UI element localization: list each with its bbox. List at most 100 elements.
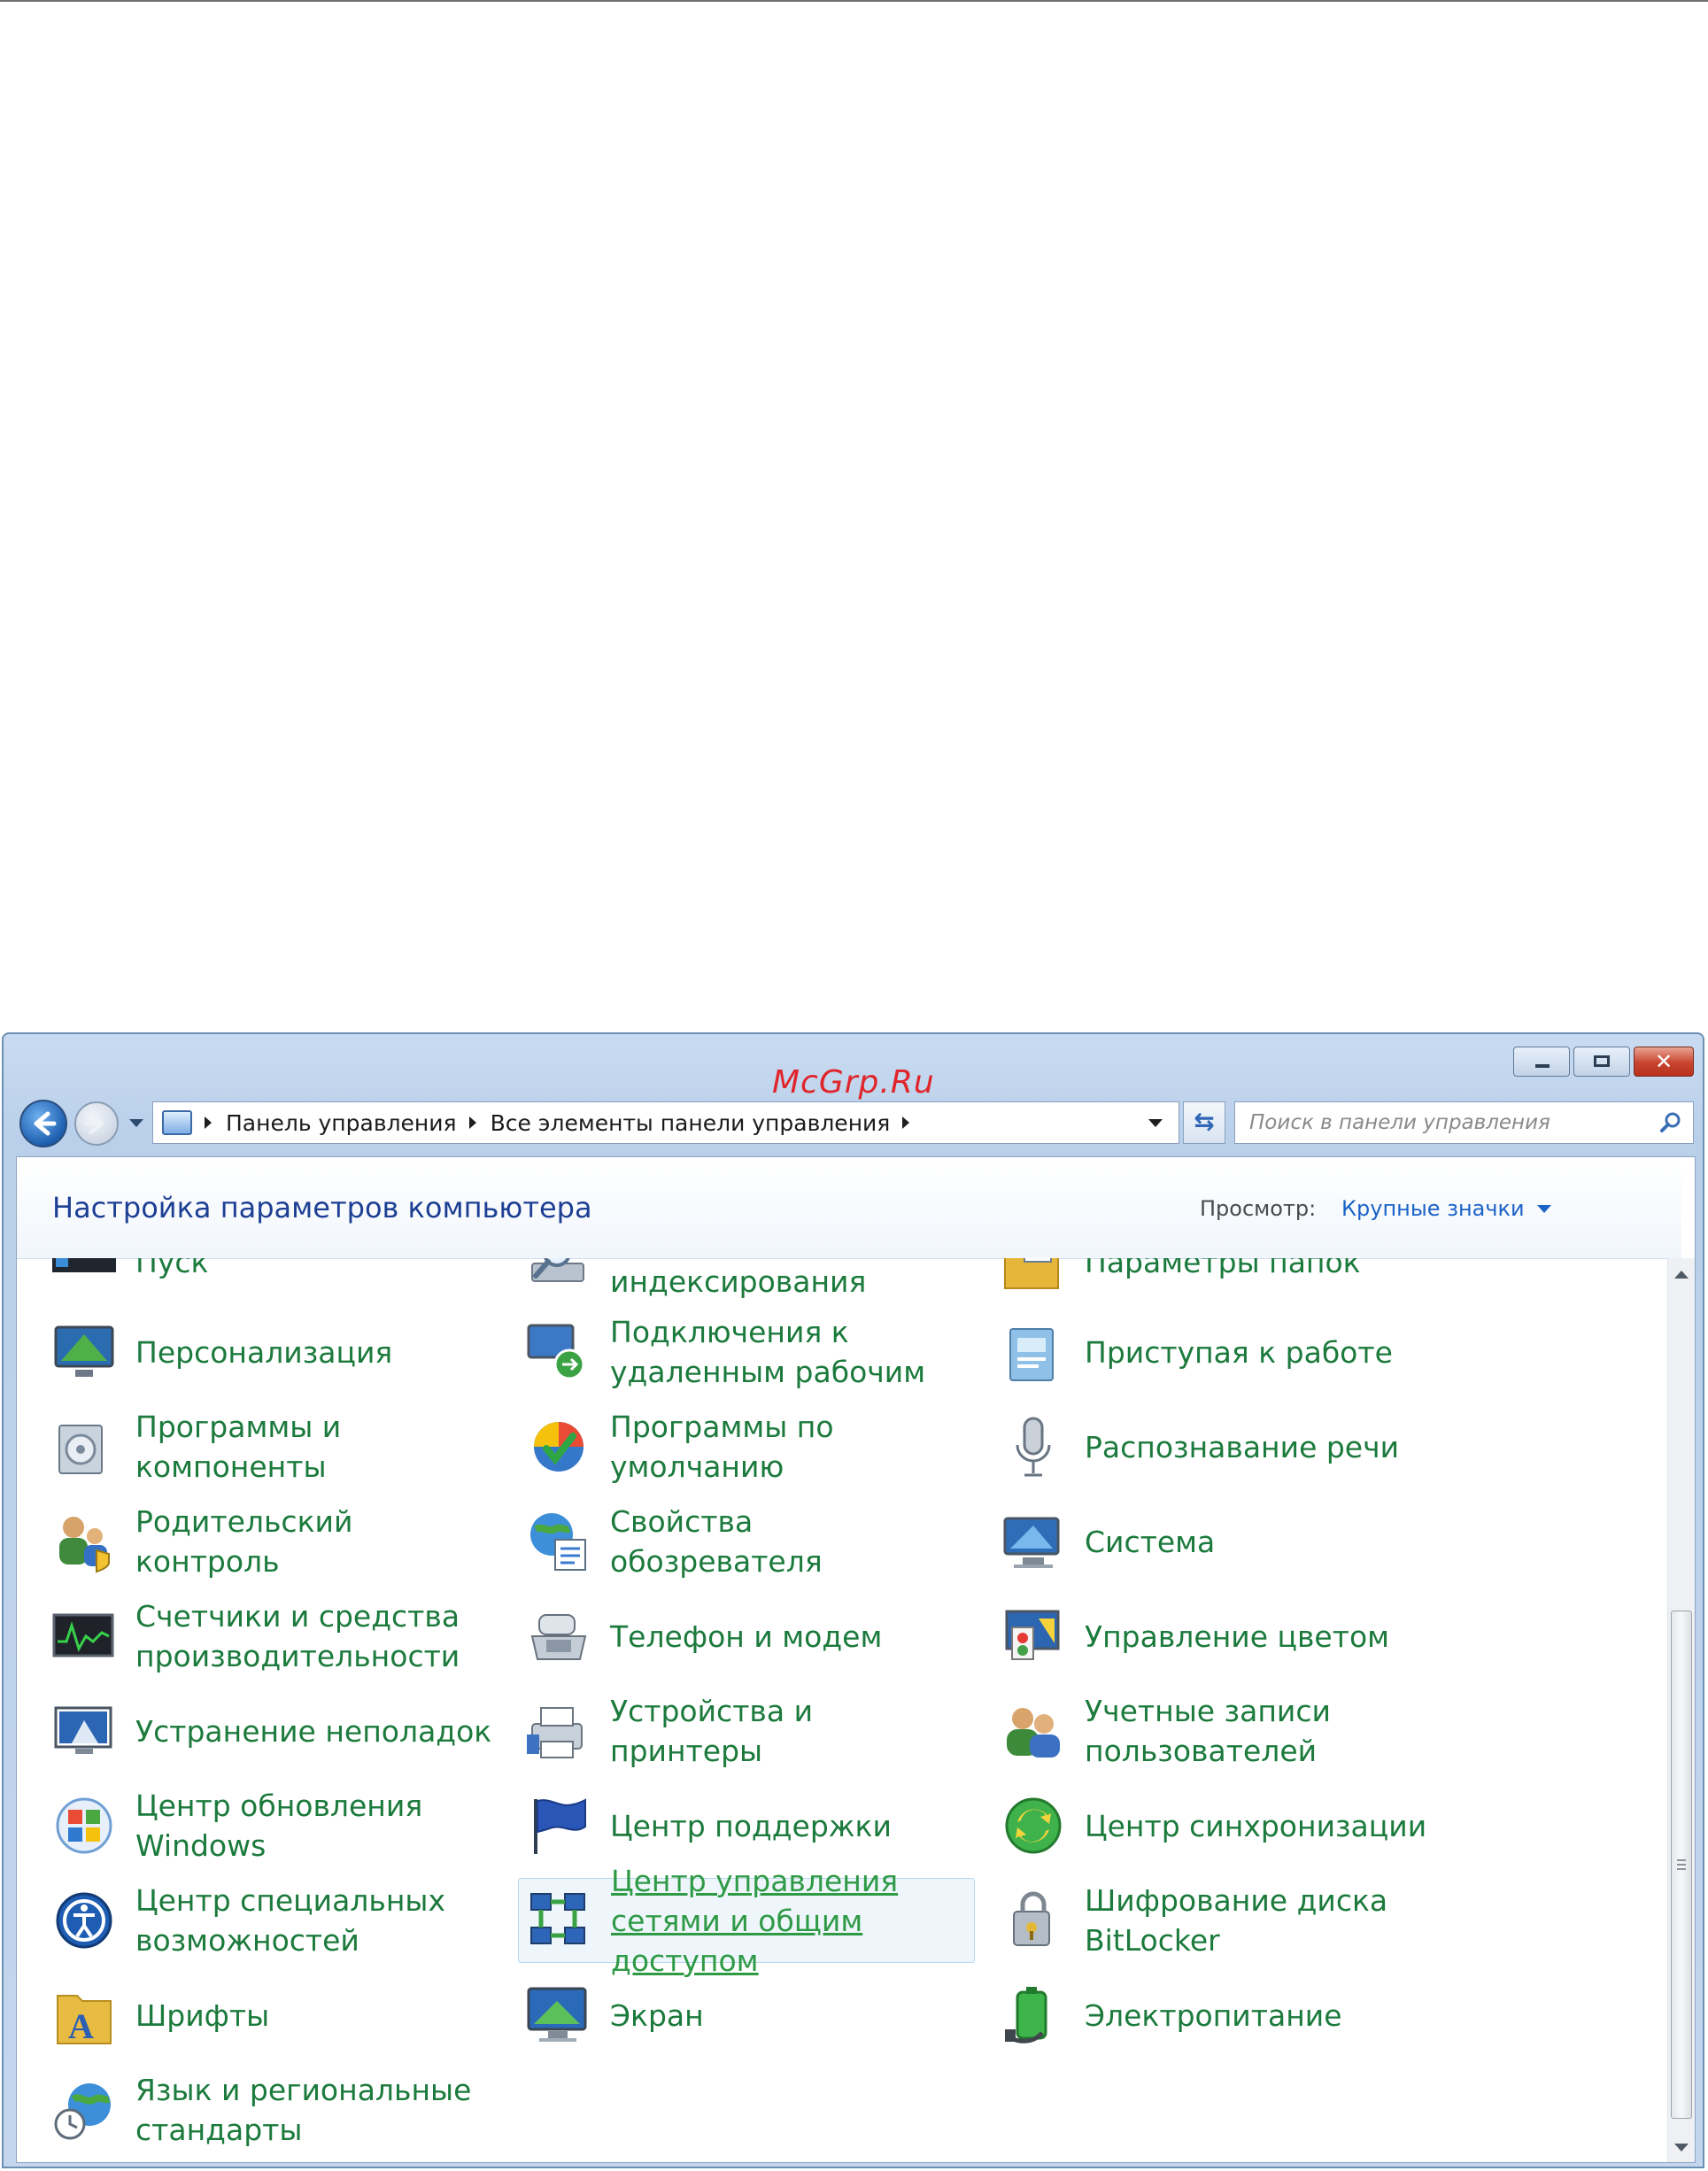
item-label: Система [1085,1524,1216,1559]
breadcrumb-control-panel[interactable]: Панель управления [226,1110,457,1136]
item-label: Параметры папок [1085,1258,1361,1279]
item-label: Учетные записи пользователей [1085,1694,1331,1768]
performance-icon [52,1613,114,1657]
region-language-icon [54,2083,111,2140]
control-panel-items-grid: Пуск Параметры индексирования Параметры па… [17,1258,1664,2162]
display-icon [527,1987,587,2042]
control-panel-item-color-management[interactable]: Управление цветом [998,1594,1455,1679]
internet-options-icon [530,1513,586,1571]
control-panel-item-parental-controls[interactable]: Родительский контроль [49,1499,506,1584]
control-panel-item-devices-printers[interactable]: Устройства и принтеры [523,1688,980,1773]
ease-of-access-icon [56,1892,112,1949]
control-panel-item-system[interactable]: Система [998,1499,1455,1584]
breadcrumb-all-items[interactable]: Все элементы панели управления [491,1110,891,1136]
address-bar[interactable]: Панель управления Все элементы панели уп… [152,1101,1179,1144]
action-center-flag-icon [534,1798,586,1854]
control-panel-item-programs-features[interactable]: Программы и компоненты [49,1404,506,1489]
folder-options-icon [1004,1258,1059,1289]
control-panel-item-default-programs[interactable]: Программы по умолчанию [523,1404,980,1489]
back-button[interactable] [19,1100,67,1147]
item-label: Программы по умолчанию [610,1410,834,1484]
scroll-up-arrow-icon[interactable] [1674,1271,1689,1279]
power-options-icon [1005,1987,1047,2044]
user-accounts-icon [1007,1708,1060,1758]
fonts-folder-icon: A [57,1995,112,2046]
item-label: Персонализация [135,1334,393,1370]
item-label: Пуск [135,1258,209,1279]
vertical-scrollbar[interactable] [1667,1258,1695,2162]
control-panel-item-remote-desktop[interactable]: Подключения к удаленным рабочим [523,1310,980,1395]
forward-arrow-icon [84,1113,104,1134]
recent-pages-dropdown[interactable] [129,1119,143,1127]
refresh-button[interactable]: ⇆ [1183,1101,1225,1144]
parental-controls-icon [59,1517,110,1573]
control-panel-item-getting-started[interactable]: Приступая к работе [998,1310,1455,1395]
control-panel-item-personalization[interactable]: Персонализация [49,1310,506,1395]
control-panel-item-power-options[interactable]: Электропитание [998,1973,1455,2058]
control-panel-item-network-sharing[interactable]: Центр управления сетями и общим доступом [518,1864,975,1978]
control-panel-item-troubleshooting[interactable]: Устранение неполадок [49,1688,506,1773]
close-icon: ✕ [1654,1049,1673,1074]
troubleshooting-icon [54,1706,112,1754]
content-header: Настройка параметров компьютера Просмотр… [17,1157,1681,1259]
search-input[interactable] [1235,1102,1642,1143]
control-panel-item-bitlocker[interactable]: Шифрование диска BitLocker [998,1878,1455,1963]
item-label: Счетчики и средства производительности [135,1599,460,1673]
scrollbar-thumb[interactable] [1671,1611,1692,2119]
caption-buttons: ✕ [1513,1047,1694,1077]
control-panel-icon [162,1110,192,1135]
control-panel-item-user-accounts[interactable]: Учетные записи пользователей [998,1688,1455,1773]
view-mode-dropdown[interactable]: Крупные значки [1341,1196,1551,1221]
chevron-down-icon [1536,1204,1551,1213]
item-label: Программы и компоненты [135,1410,342,1484]
item-label: Устройства и принтеры [610,1694,814,1768]
item-label: Центр поддержки [610,1808,892,1843]
item-label: Устранение неполадок [135,1713,492,1749]
control-panel-item-ease-of-access[interactable]: Центр специальных возможностей [49,1878,506,1963]
breadcrumb-separator[interactable] [468,1116,476,1129]
watermark: McGrp.Ru [772,1064,935,1101]
item-label: Телефон и модем [610,1619,883,1654]
item-label: Шифрование диска BitLocker [1085,1883,1388,1958]
control-panel-item-taskbar-start[interactable]: Пуск [49,1258,506,1304]
item-label: Подключения к удаленным рабочим [610,1315,926,1389]
windows-update-icon [56,1797,112,1854]
default-programs-icon [534,1422,584,1472]
breadcrumb-separator[interactable] [902,1116,910,1129]
item-label: Центр специальных возможностей [135,1883,446,1958]
search-icon[interactable] [1659,1111,1682,1134]
refresh-icon: ⇆ [1194,1107,1215,1136]
minimize-button[interactable] [1513,1047,1570,1077]
phone-modem-icon [530,1614,587,1660]
item-label: Родительский контроль [135,1504,353,1579]
control-panel-item-folder-options[interactable]: Параметры папок [998,1258,1455,1304]
control-panel-item-internet-options[interactable]: Свойства обозревателя [523,1499,980,1584]
scroll-grip-icon [1677,1859,1686,1870]
control-panel-item-performance[interactable]: Счетчики и средства производительности [49,1594,506,1679]
control-panel-item-fonts-folder[interactable]: A Шрифты [49,1973,506,2058]
forward-button[interactable] [74,1101,119,1146]
control-panel-item-action-center-flag[interactable]: Центр поддержки [523,1783,980,1868]
item-label: Электропитание [1085,1997,1342,2033]
address-history-dropdown[interactable] [1148,1119,1163,1127]
scroll-down-arrow-icon[interactable] [1674,2144,1689,2152]
control-panel-window: McGrp.Ru ✕ Панель управления Все элемент… [2,1032,1704,2168]
color-management-icon [1005,1610,1060,1660]
control-panel-item-microphone[interactable]: Распознавание речи [998,1404,1455,1489]
control-panel-item-sync-center[interactable]: Центр синхронизации [998,1783,1455,1868]
search-box[interactable] [1234,1101,1694,1144]
network-sharing-icon [530,1893,585,1944]
system-icon [1003,1517,1060,1568]
control-panel-item-indexing-options[interactable]: Параметры индексирования [523,1258,980,1304]
page-top-rule [0,0,1708,2]
control-panel-item-display[interactable]: Экран [523,1973,980,2058]
item-label: Центр обновления Windows [135,1789,423,1863]
control-panel-item-region-language[interactable]: Язык и региональные стандарты [49,2067,506,2152]
control-panel-item-phone-modem[interactable]: Телефон и модем [523,1594,980,1679]
control-panel-item-windows-update[interactable]: Центр обновления Windows [49,1783,506,1868]
view-label: Просмотр: [1200,1196,1317,1221]
microphone-icon [1016,1417,1051,1477]
maximize-button[interactable] [1573,1047,1630,1077]
close-button[interactable]: ✕ [1634,1047,1694,1077]
breadcrumb-separator[interactable] [205,1116,212,1129]
